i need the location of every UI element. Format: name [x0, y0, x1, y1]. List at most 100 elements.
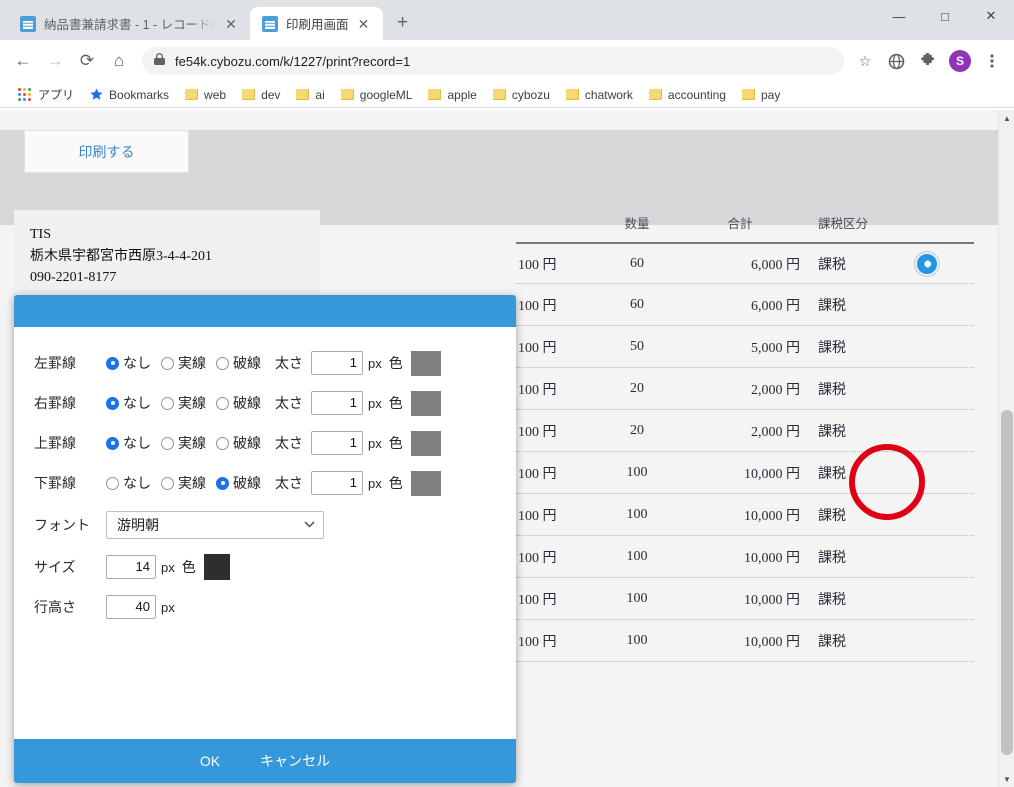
folder-icon: [340, 89, 354, 100]
address-bar[interactable]: fe54k.cybozu.com/k/1227/print?record=1: [142, 47, 844, 75]
color-swatch-left-border[interactable]: [410, 350, 441, 376]
dialog-footer: OK キャンセル: [14, 739, 516, 783]
ok-button[interactable]: OK: [194, 751, 226, 771]
bookmark-pay[interactable]: pay: [734, 84, 788, 106]
radio-group-right-border: なし 実線 破線: [106, 393, 271, 413]
label-thickness: 太さ: [275, 395, 303, 411]
browser-tab-1[interactable]: 納品書兼請求書 - 1 - レコードの詳細 ✕: [8, 7, 250, 40]
radio-label: なし: [123, 435, 151, 451]
bookmark-bookmarks[interactable]: Bookmarks: [82, 84, 177, 106]
radio-label: 実線: [178, 355, 206, 371]
maximize-button[interactable]: □: [922, 0, 968, 32]
bookmark-web[interactable]: web: [177, 84, 234, 106]
label-thickness: 太さ: [275, 355, 303, 371]
radio-bottom-none[interactable]: なし: [106, 473, 151, 493]
font-select[interactable]: 游明朝: [106, 511, 324, 539]
form-row-lineheight: 行高さ 40 px: [14, 587, 516, 627]
radio-group-bottom-border: なし 実線 破線: [106, 473, 271, 493]
bookmark-star-icon[interactable]: ☆: [852, 48, 878, 74]
bookmark-apps[interactable]: アプリ: [10, 84, 82, 106]
thickness-input-bottom[interactable]: 1: [311, 471, 363, 495]
scroll-up-arrow-icon[interactable]: ▲: [999, 110, 1014, 126]
thickness-input-right[interactable]: 1: [311, 391, 363, 415]
radio-left-dashed[interactable]: 破線: [216, 353, 261, 373]
bookmark-chatwork[interactable]: chatwork: [558, 84, 641, 106]
font-size-input[interactable]: 14: [106, 555, 156, 579]
bookmark-label: dev: [261, 87, 281, 102]
bookmark-label: googleML: [359, 87, 413, 102]
unit-px: px: [161, 559, 175, 575]
table-row: 100 円 100 10,000 円 課税: [516, 494, 974, 536]
scroll-down-arrow-icon[interactable]: ▼: [999, 771, 1014, 787]
cell-tax: 課税: [818, 550, 846, 566]
line-height-input[interactable]: 40: [106, 595, 156, 619]
cell-total: 6,000 円: [751, 257, 800, 273]
radio-bottom-dashed[interactable]: 破線: [216, 473, 261, 493]
bookmark-accounting[interactable]: accounting: [641, 84, 734, 106]
cell-quantity: 100: [626, 590, 648, 606]
radio-label: 破線: [233, 395, 261, 411]
minimize-button[interactable]: —: [876, 0, 922, 32]
bookmark-googleml[interactable]: googleML: [333, 84, 421, 106]
tab-close-icon[interactable]: ✕: [222, 15, 240, 33]
form-row-left-border: 左罫線 なし 実線 破線 太さ 1 px 色: [14, 343, 516, 383]
page-scrollbar[interactable]: ▲ ▼: [998, 110, 1014, 787]
radio-right-none[interactable]: なし: [106, 393, 151, 413]
radio-bottom-solid[interactable]: 実線: [161, 473, 206, 493]
radio-right-dashed[interactable]: 破線: [216, 393, 261, 413]
label-line-height: 行高さ: [34, 599, 76, 615]
print-button[interactable]: 印刷する: [24, 130, 189, 173]
cell-total: 10,000 円: [744, 508, 800, 524]
bookmark-cybozu[interactable]: cybozu: [485, 84, 558, 106]
cell-tax: 課税: [818, 634, 846, 650]
thickness-input-top[interactable]: 1: [311, 431, 363, 455]
cancel-button[interactable]: キャンセル: [254, 749, 336, 773]
company-info-block: TIS 栃木県宇都宮市西原3-4-4-201 090-2201-8177: [14, 210, 320, 302]
label-font: フォント: [34, 517, 90, 533]
radio-right-solid[interactable]: 実線: [161, 393, 206, 413]
back-button[interactable]: ←: [8, 46, 38, 76]
browser-tab-2[interactable]: 印刷用画面 ✕: [250, 7, 383, 40]
radio-left-solid[interactable]: 実線: [161, 353, 206, 373]
tab-close-icon[interactable]: ✕: [355, 15, 373, 33]
bookmark-dev[interactable]: dev: [234, 84, 288, 106]
label-color: 色: [388, 395, 403, 411]
scrollbar-thumb[interactable]: [1001, 410, 1013, 755]
browser-menu-button[interactable]: [978, 47, 1006, 75]
profile-avatar[interactable]: S: [946, 47, 974, 75]
cell-price: 100 円: [518, 257, 557, 273]
table-row: 100 円 100 10,000 円 課税: [516, 536, 974, 578]
form-row-size: サイズ 14 px 色: [14, 547, 516, 587]
cell-tax: 課税: [818, 257, 846, 273]
reload-button[interactable]: ⟳: [72, 46, 102, 76]
close-window-button[interactable]: ✕: [968, 0, 1014, 32]
extensions-puzzle-icon[interactable]: [914, 47, 942, 75]
radio-left-none[interactable]: なし: [106, 353, 151, 373]
form-row-font: フォント 游明朝: [14, 503, 516, 547]
home-button[interactable]: ⌂: [104, 46, 134, 76]
color-swatch-right-border[interactable]: [410, 390, 441, 416]
cell-price: 100 円: [518, 592, 557, 608]
color-swatch-bottom-border[interactable]: [410, 470, 441, 496]
radio-top-dashed[interactable]: 破線: [216, 433, 261, 453]
bookmark-label: pay: [760, 87, 781, 102]
radio-button-icon: [216, 356, 229, 370]
forward-button[interactable]: →: [40, 46, 70, 76]
radio-button-icon: [106, 436, 119, 450]
form-row-bottom-border: 下罫線 なし 実線 破線 太さ 1 px 色: [14, 463, 516, 503]
thickness-input-left[interactable]: 1: [311, 351, 363, 375]
gear-icon[interactable]: [915, 251, 939, 276]
color-swatch-font[interactable]: [203, 554, 230, 580]
bookmark-ai[interactable]: ai: [288, 84, 332, 106]
color-swatch-top-border[interactable]: [410, 430, 441, 456]
radio-label: なし: [123, 395, 151, 411]
new-tab-button[interactable]: +: [389, 9, 417, 37]
label-thickness: 太さ: [275, 475, 303, 491]
radio-top-none[interactable]: なし: [106, 433, 151, 453]
window-controls: — □ ✕: [876, 0, 1014, 40]
globe-icon[interactable]: [882, 47, 910, 75]
bookmark-label: chatwork: [584, 87, 633, 102]
table-row: 100 円 50 5,000 円 課税: [516, 326, 974, 368]
radio-top-solid[interactable]: 実線: [161, 433, 206, 453]
bookmark-apple[interactable]: apple: [420, 84, 484, 106]
